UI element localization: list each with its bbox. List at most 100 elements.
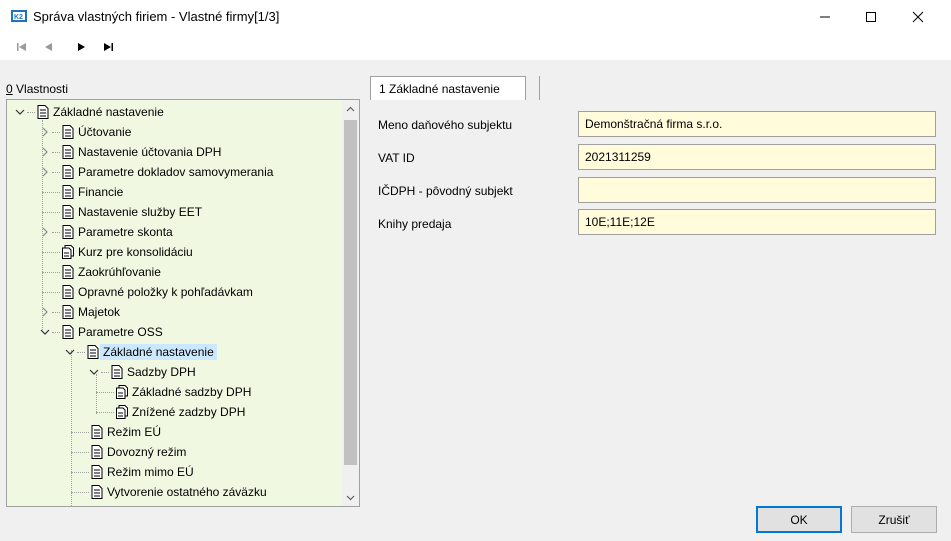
vat-id-field[interactable]: 2021311259 (578, 144, 936, 170)
document-icon (87, 345, 99, 359)
tree-item-label: Nastavenie účtovania DPH (78, 145, 222, 159)
tree-connector (52, 171, 60, 173)
tree-item-basic-vat-rates[interactable]: Základné sadzby DPH (96, 382, 251, 402)
tree-item-receivable-allowances[interactable]: Opravné položky k pohľadávkam (42, 282, 253, 302)
cancel-button[interactable]: Zrušiť (851, 506, 937, 533)
tree-item-label: Kurz pre konsolidáciu (78, 245, 193, 259)
properties-label: 0 Vlastnosti (6, 82, 68, 96)
tab-label: 1 Základné nastavenie (379, 81, 500, 96)
svg-text:K2: K2 (14, 14, 23, 21)
sales-books-label: Knihy predaja (378, 217, 452, 231)
tree-connector (52, 311, 60, 313)
first-record-button[interactable] (14, 39, 30, 55)
properties-tree[interactable]: Základné nastavenie Účtovanie Nastavenie… (6, 99, 360, 507)
original-subject-vat-field[interactable] (578, 177, 936, 203)
tree-connector (77, 351, 85, 353)
tree-item-vat-rates[interactable]: Sadzby DPH (89, 362, 196, 382)
next-record-button[interactable] (74, 39, 90, 55)
next-record-icon (78, 43, 85, 51)
tree-item-assets[interactable]: Majetok (40, 302, 120, 322)
tree-connector (42, 251, 60, 253)
ok-button-label: OK (790, 512, 808, 527)
scroll-down-button[interactable] (342, 489, 359, 506)
tree-item-label: Parametre dokladov samovymerania (78, 165, 274, 179)
tree-item-label: Nastavenie služby EET (78, 205, 203, 219)
chevron-down-icon[interactable] (15, 107, 25, 117)
tree-item-self-assessment[interactable]: Parametre dokladov samovymerania (40, 162, 273, 182)
ok-button[interactable]: OK (756, 506, 842, 533)
tree-connector (42, 271, 60, 273)
tree-connector (71, 491, 89, 493)
multi-document-icon (62, 245, 74, 259)
tree-item-consolidation-rate[interactable]: Kurz pre konsolidáciu (42, 242, 193, 262)
tree-connector (42, 191, 60, 193)
previous-record-button[interactable] (40, 39, 56, 55)
minimize-icon (820, 16, 830, 18)
last-record-button[interactable] (100, 39, 116, 55)
maximize-button[interactable] (848, 0, 894, 34)
tree-connector (52, 131, 60, 133)
tree-connector (27, 111, 35, 113)
minimize-button[interactable] (802, 0, 848, 34)
chevron-down-icon[interactable] (65, 347, 75, 357)
record-navigation-toolbar (0, 34, 951, 60)
tree-item-oss-basic-settings[interactable]: Základné nastavenie (65, 342, 217, 362)
tree-item-basic-settings-root[interactable]: Základné nastavenie (15, 102, 164, 122)
tree-item-label: Režim mimo EÚ (107, 465, 194, 479)
maximize-icon (866, 12, 876, 22)
chevron-right-icon[interactable] (40, 147, 50, 157)
close-button[interactable] (895, 0, 941, 34)
sales-books-field[interactable]: 10E;11E;12E (578, 209, 936, 235)
tree-item-label: Základné nastavenie (100, 344, 217, 360)
tree-content: Základné nastavenie Účtovanie Nastavenie… (7, 100, 341, 506)
tree-item-label: Základné nastavenie (53, 105, 164, 119)
chevron-right-icon[interactable] (40, 167, 50, 177)
tree-item-finance[interactable]: Financie (42, 182, 123, 202)
tree-connector (71, 451, 89, 453)
tree-item-label: Vytvorenie ostatného záväzku (107, 485, 267, 499)
tree-item-accounting[interactable]: Účtovanie (40, 122, 131, 142)
properties-label-text: Vlastnosti (12, 82, 69, 96)
chevron-right-icon[interactable] (40, 307, 50, 317)
scrollbar-thumb[interactable] (344, 120, 357, 465)
chevron-right-icon[interactable] (40, 227, 50, 237)
chevron-down-icon (346, 495, 355, 500)
tree-item-discount[interactable]: Parametre skonta (40, 222, 173, 242)
tab-basic-settings[interactable]: 1 Základné nastavenie (370, 76, 526, 100)
tree-item-label: Sadzby DPH (127, 365, 196, 379)
tree-item-label: Parametre skonta (78, 225, 173, 239)
tree-connector (52, 231, 60, 233)
tree-item-other-liability[interactable]: Vytvorenie ostatného záväzku (71, 482, 267, 502)
previous-record-icon (45, 43, 52, 51)
app-icon: K2 (11, 8, 27, 24)
multi-document-icon (116, 385, 128, 399)
vat-id-label: VAT ID (378, 151, 415, 165)
tax-subject-name-field[interactable]: Demonštračná firma s.r.o. (578, 111, 936, 137)
tree-item-reduced-vat-rates[interactable]: Znížené zadzby DPH (96, 402, 245, 422)
document-icon (62, 165, 74, 179)
tree-item-import-regime[interactable]: Dovozný režim (71, 442, 186, 462)
document-icon (62, 285, 74, 299)
tree-item-eu-regime[interactable]: Režim EÚ (71, 422, 161, 442)
tree-item-non-eu-regime[interactable]: Režim mimo EÚ (71, 462, 194, 482)
tree-item-eet[interactable]: Nastavenie služby EET (42, 202, 202, 222)
document-icon (62, 185, 74, 199)
chevron-right-icon[interactable] (40, 127, 50, 137)
chevron-down-icon[interactable] (89, 367, 99, 377)
tree-scrollbar[interactable] (342, 100, 359, 506)
tree-item-rounding[interactable]: Zaokrúhľovanie (42, 262, 161, 282)
tree-connector (52, 331, 60, 333)
tree-item-label: Znížené zadzby DPH (132, 405, 246, 419)
document-icon (62, 325, 74, 339)
document-icon (62, 145, 74, 159)
scroll-up-button[interactable] (342, 100, 359, 117)
tree-connector (101, 371, 109, 373)
tree-connector (52, 151, 60, 153)
chevron-down-icon[interactable] (40, 327, 50, 337)
tree-item-label: Účtovanie (78, 125, 132, 139)
tree-connector (96, 391, 114, 393)
document-icon (37, 105, 49, 119)
tree-item-vat-accounting[interactable]: Nastavenie účtovania DPH (40, 142, 221, 162)
tree-item-oss-parameters[interactable]: Parametre OSS (40, 322, 163, 342)
tree-connector (42, 291, 60, 293)
